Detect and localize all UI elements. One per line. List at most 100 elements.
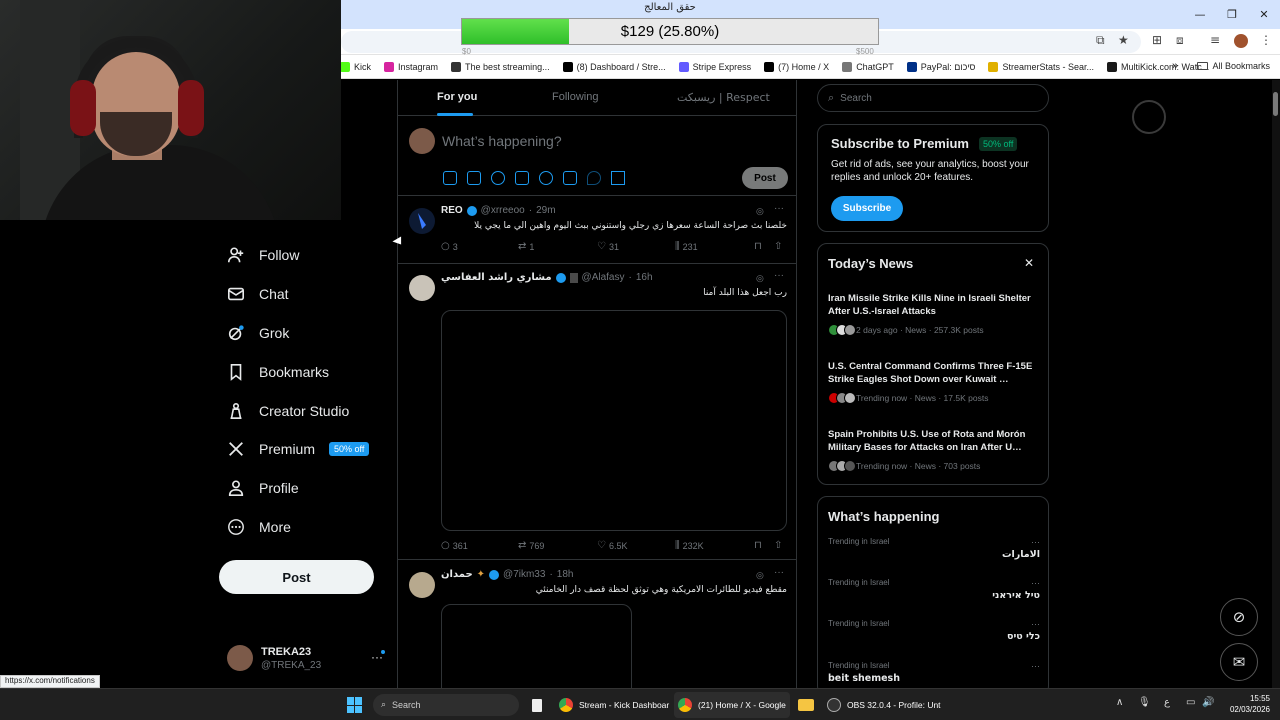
trend-item[interactable]: Trending in Israel ··· الامارات [828, 537, 1040, 571]
avatar[interactable] [409, 208, 435, 234]
tweet-time[interactable]: 29m [536, 205, 555, 216]
bookmark[interactable]: Kick [340, 61, 371, 72]
bookmark[interactable]: (8) Dashboard / Stre... [562, 61, 666, 72]
kebab-menu-icon[interactable]: ⋮ [1260, 33, 1272, 47]
more-dots-icon[interactable]: ··· [774, 270, 784, 281]
more-dots-icon[interactable]: ··· [774, 203, 784, 214]
tweet[interactable]: حمدان ✦ @7ikm33 · 18h ◎ ··· مقطع فيديو ل… [398, 561, 796, 688]
share-icon[interactable]: ⇧ [774, 540, 782, 551]
tweet-author-name[interactable]: REO [441, 205, 463, 216]
more-dots-icon[interactable]: ··· [1031, 578, 1040, 588]
tweet-time[interactable]: 18h [557, 569, 574, 580]
taskbar-search[interactable]: ⌕ Search [373, 694, 519, 716]
tab-for-you[interactable]: For you [437, 91, 477, 103]
scrollbar-thumb[interactable] [1273, 92, 1278, 116]
bookmark[interactable]: (7) Home / X [764, 61, 829, 72]
bookmark[interactable]: MultiKick.com: Watc... [1107, 61, 1209, 72]
tweet-video[interactable] [441, 310, 787, 531]
more-dots-icon[interactable]: ··· [1031, 537, 1040, 547]
install-app-icon[interactable]: ⧉ [1096, 33, 1105, 48]
messages-floating-button[interactable]: ✉ [1220, 643, 1258, 681]
nav-creator-studio[interactable]: Creator Studio [227, 396, 349, 426]
share-icon[interactable]: ⇧ [774, 241, 782, 252]
tweet[interactable]: مشاري راشد العفاسي @Alafasy · 16h ◎ ··· … [398, 264, 796, 560]
taskbar-app-chrome-x[interactable]: (21) Home / X - Google [674, 692, 790, 718]
tweet-handle[interactable]: @xrreeoo [481, 205, 525, 216]
views-button[interactable]: ⫼ 231 [675, 241, 698, 252]
grok-icon[interactable]: ◎ [756, 570, 764, 581]
reply-button[interactable]: ○ 3 [441, 241, 458, 252]
like-button[interactable]: ♡ 6.5K [597, 540, 627, 551]
tweet-handle[interactable]: @7ikm33 [503, 569, 545, 580]
compose-input[interactable]: What’s happening? [442, 133, 562, 149]
flag-icon[interactable] [611, 171, 625, 185]
reply-button[interactable]: ○ 361 [441, 540, 468, 551]
tweet-video[interactable] [441, 604, 632, 688]
puzzle-icon[interactable]: ⧈ [1176, 33, 1184, 48]
page-scrollbar[interactable] [1272, 80, 1280, 688]
news-item[interactable]: U.S. Central Command Confirms Three F-15… [828, 360, 1040, 404]
account-switcher[interactable]: TREKA23 @TREKA_23 ··· [227, 644, 387, 674]
nav-follow[interactable]: Follow [227, 240, 299, 270]
bookmark[interactable]: PayPal: סיכום [906, 61, 975, 72]
bookmark-icon[interactable]: ⊓ [754, 540, 762, 551]
minimize-icon[interactable]: — [1184, 0, 1216, 29]
star-icon[interactable]: ★ [1118, 33, 1129, 47]
nav-chat[interactable]: Chat [227, 279, 289, 309]
volume-icon[interactable]: 🔊 [1202, 697, 1214, 708]
tweet-author-name[interactable]: حمدان [441, 569, 473, 580]
avatar[interactable] [409, 275, 435, 301]
bookmark[interactable]: StreamerStats - Sear... [988, 61, 1094, 72]
chevron-up-icon[interactable]: ∧ [1116, 697, 1123, 708]
language-indicator[interactable]: ع [1164, 697, 1170, 708]
news-item[interactable]: Iran Missile Strike Kills Nine in Israel… [828, 292, 1040, 336]
grok-floating-button[interactable]: ⊘ [1220, 598, 1258, 636]
bookmark-icon[interactable]: ⊓ [754, 241, 762, 252]
folder-icon[interactable] [794, 692, 818, 718]
chevron-right-icon[interactable]: » [1172, 60, 1178, 72]
bookmark[interactable]: ChatGPT [842, 61, 894, 72]
avatar[interactable] [409, 572, 435, 598]
news-item[interactable]: Spain Prohibits U.S. Use of Rota and Mor… [828, 428, 1040, 472]
tweet-time[interactable]: 16h [636, 272, 653, 283]
network-icon[interactable]: ▭ [1186, 697, 1195, 708]
image-icon[interactable] [443, 171, 457, 185]
file-icon[interactable] [528, 692, 546, 718]
gif-icon[interactable] [467, 171, 481, 185]
tab-respect[interactable]: ريسبكت | Respect [677, 91, 770, 104]
repost-button[interactable]: ⇄ 1 [518, 241, 534, 252]
more-dots-icon[interactable]: ··· [774, 567, 784, 578]
more-dots-icon[interactable]: ··· [1031, 619, 1040, 629]
nav-more[interactable]: More [227, 512, 291, 542]
tweet-handle[interactable]: @Alafasy [582, 272, 625, 283]
extension-icon[interactable]: ⊞ [1152, 33, 1162, 47]
grok-icon[interactable] [491, 171, 505, 185]
trend-item[interactable]: Trending in Israel ··· כלי טיס [828, 619, 1040, 653]
taskbar-app-obs[interactable]: OBS 32.0.4 - Profile: Unt [823, 692, 945, 718]
compose-post-button[interactable]: Post [742, 167, 788, 189]
reading-list-icon[interactable]: ≡ [1210, 33, 1220, 47]
location-icon[interactable] [587, 171, 601, 185]
more-dots-icon[interactable]: ··· [1031, 661, 1040, 671]
bookmark[interactable]: Stripe Express [678, 61, 751, 72]
poll-icon[interactable] [515, 171, 529, 185]
tab-following[interactable]: Following [552, 91, 598, 103]
nav-profile[interactable]: Profile [227, 473, 299, 503]
close-icon[interactable]: ✕ [1248, 0, 1280, 29]
restore-icon[interactable]: ❐ [1216, 0, 1248, 29]
all-bookmarks-button[interactable]: All Bookmarks [1197, 61, 1270, 71]
like-button[interactable]: ♡ 31 [597, 241, 619, 252]
close-icon[interactable]: ✕ [1024, 256, 1034, 270]
windows-start-icon[interactable] [347, 697, 363, 713]
nav-grok[interactable]: Grok [227, 318, 289, 348]
subscribe-button[interactable]: Subscribe [831, 196, 903, 221]
microphone-icon[interactable]: 🎙 [1138, 697, 1151, 708]
tweet[interactable]: REO @xrreeoo · 29m ◎ ··· خلصنا بث صراحة … [398, 197, 796, 264]
trend-item[interactable]: Trending in Israel ··· טיל איראני [828, 578, 1040, 612]
grok-icon[interactable]: ◎ [756, 206, 764, 217]
bookmark[interactable]: The best streaming... [451, 61, 550, 72]
nav-bookmarks[interactable]: Bookmarks [227, 357, 329, 387]
repost-button[interactable]: ⇄ 769 [518, 540, 544, 551]
views-button[interactable]: ⫼ 232K [675, 540, 704, 551]
search-input[interactable]: ⌕ Search [817, 84, 1049, 112]
